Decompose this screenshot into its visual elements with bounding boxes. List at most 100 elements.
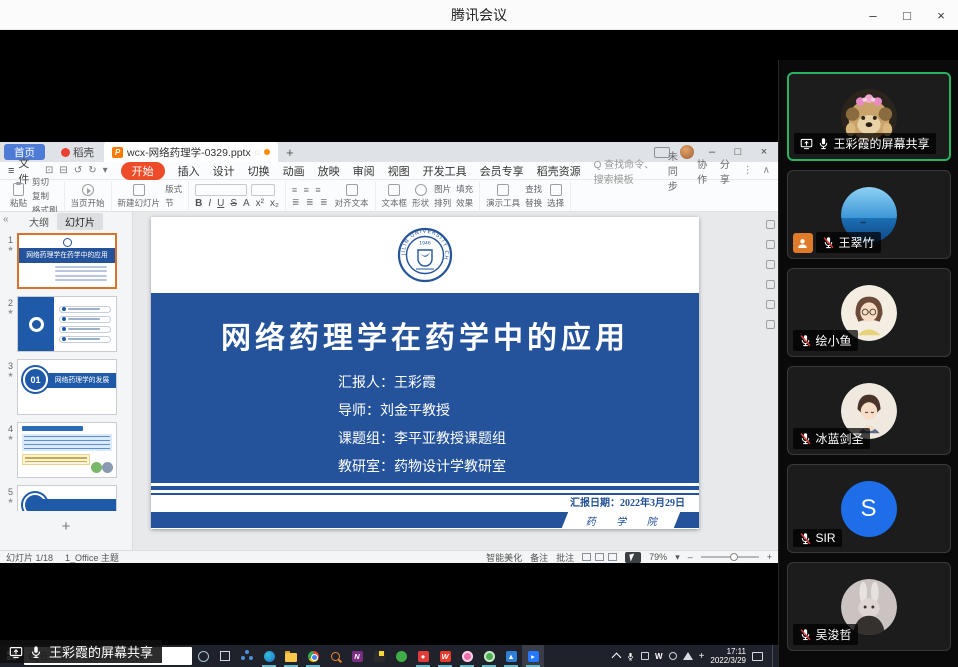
task-view-icon[interactable] [214, 645, 236, 667]
tray-app-icon[interactable] [641, 652, 649, 660]
pycharm-icon[interactable] [368, 645, 390, 667]
zoom-slider[interactable] [701, 556, 759, 558]
subscript-button[interactable]: x₂ [270, 198, 279, 209]
notes-button[interactable]: 备注 [530, 551, 548, 564]
tray-mic-icon[interactable] [626, 652, 635, 661]
participant-tile[interactable]: 冰蓝剑圣 [787, 366, 951, 455]
chrome-icon[interactable] [302, 645, 324, 667]
wps-docer-tab[interactable]: 稻壳 [51, 142, 104, 162]
save-icon[interactable]: ⊡ [45, 165, 53, 176]
minimize-button[interactable]: – [856, 0, 890, 30]
document-tab[interactable]: P wcx-网络药理学-0329.pptx ◌ [104, 142, 278, 162]
quick-access-toolbar[interactable]: ⊡ ⊟ ↺ ↻ ▾ [45, 165, 108, 176]
slide-thumbnail-1[interactable]: 网络药理学在药学中的应用 [17, 233, 117, 289]
collaborate-button[interactable]: 协作 [697, 156, 710, 186]
redo-icon[interactable]: ↻ [88, 165, 96, 176]
zoom-caret-icon[interactable]: ▾ [675, 552, 680, 563]
find-button[interactable]: 查找 [525, 183, 542, 195]
close-button[interactable]: × [924, 0, 958, 30]
align-buttons[interactable]: ≣ ≣ ≣ [292, 197, 330, 208]
picture-button[interactable]: 图片 [434, 183, 451, 195]
menu-transition[interactable]: 切换 [248, 163, 270, 179]
cloud-sync-status[interactable]: 未同步 [668, 148, 687, 193]
participant-tile[interactable]: 王翠竹 [787, 170, 951, 259]
cut-button[interactable]: 剪切 [32, 176, 58, 188]
paste-button[interactable]: 粘贴 [10, 183, 27, 209]
tab-slides[interactable]: 幻灯片 [57, 213, 103, 230]
presentation-tools-button[interactable]: 演示工具 [486, 184, 520, 209]
zoom-out-button[interactable]: – [688, 552, 693, 562]
file-explorer-icon[interactable] [280, 645, 302, 667]
font-size-select[interactable] [251, 184, 275, 196]
copy-button[interactable]: 复制 [32, 190, 58, 202]
menu-design[interactable]: 设计 [213, 163, 235, 179]
arrange-button[interactable]: 排列 [434, 197, 451, 209]
slide-thumbnail-3[interactable]: 01 网络药理学的发展 [17, 359, 117, 415]
play-from-page-button[interactable]: 当页开始 [71, 184, 105, 209]
print-icon[interactable]: ⊟ [59, 165, 67, 176]
menu-devtools[interactable]: 开发工具 [423, 163, 467, 179]
replace-button[interactable]: 替换 [525, 197, 542, 209]
more-menu-icon[interactable]: ⋮ [743, 165, 753, 176]
green-app-icon[interactable] [390, 645, 412, 667]
network-icon[interactable] [683, 652, 693, 660]
collapse-ribbon-icon[interactable]: ∧ [763, 165, 770, 176]
slide-thumbnail-5[interactable] [17, 485, 117, 511]
menu-review[interactable]: 审阅 [353, 163, 375, 179]
onenote-icon[interactable]: N [346, 645, 368, 667]
align-text-button[interactable]: 对齐文本 [335, 184, 369, 209]
tab-close-icon[interactable]: ◌ [255, 147, 260, 157]
tray-power-icon[interactable] [669, 652, 677, 660]
slide-thumbnail-4[interactable] [17, 422, 117, 478]
cortana-icon[interactable] [192, 645, 214, 667]
undo-icon[interactable]: ↺ [74, 165, 82, 176]
add-slide-button[interactable]: + [0, 518, 132, 535]
touch-keyboard-icon[interactable]: + [699, 651, 705, 662]
superscript-button[interactable]: x² [256, 198, 264, 209]
comments-button[interactable]: 批注 [556, 551, 574, 564]
collapse-panel-icon[interactable]: « [3, 214, 9, 225]
section-button[interactable]: 节 [165, 197, 182, 209]
show-desktop-button[interactable] [772, 645, 775, 667]
search-tool-icon[interactable] [324, 645, 346, 667]
menu-home[interactable]: 开始 [121, 162, 165, 180]
menu-slideshow[interactable]: 放映 [318, 163, 340, 179]
italic-button[interactable]: I [208, 198, 211, 209]
pointer-mode-button[interactable] [625, 552, 641, 563]
fill-button[interactable]: 填充 [456, 183, 473, 195]
strikethrough-button[interactable]: S [230, 198, 237, 209]
current-slide[interactable]: JILIN UNIVERSITY CHINA 1946 网络药理学在药学中的应用 [151, 217, 699, 529]
beautify-button[interactable]: 智能美化 [486, 551, 522, 564]
wps-app-icon[interactable]: W [434, 645, 456, 667]
select-button[interactable]: 选择 [547, 184, 564, 209]
view-switcher[interactable] [582, 553, 617, 561]
tab-outline[interactable]: 大纲 [29, 214, 49, 229]
tray-wps-icon[interactable]: W [655, 652, 663, 661]
menu-view[interactable]: 视图 [388, 163, 410, 179]
netdisk-icon[interactable]: ● [412, 645, 434, 667]
underline-button[interactable]: U [217, 198, 224, 209]
new-slide-button[interactable]: 新建幻灯片 [118, 184, 161, 209]
share-button[interactable]: 分享 [720, 156, 733, 186]
taskbar-clock[interactable]: 17:11 2022/3/29 [710, 647, 746, 665]
edge-icon[interactable] [258, 645, 280, 667]
participant-tile-sharing[interactable]: 王彩霞的屏幕共享 [787, 72, 951, 161]
zoom-level[interactable]: 79% [649, 552, 667, 562]
menu-member[interactable]: 会员专享 [480, 163, 524, 179]
bold-button[interactable]: B [195, 198, 202, 209]
textbox-button[interactable]: 文本框 [382, 184, 408, 209]
side-tool-strip[interactable] [763, 220, 777, 329]
green-circle-app-icon[interactable] [478, 645, 500, 667]
font-color-button[interactable]: A [243, 198, 250, 209]
participant-tile[interactable]: 吴浚哲 [787, 562, 951, 651]
command-search-input[interactable]: Q 查找命令、搜索模板 [594, 156, 658, 186]
layout-button[interactable]: 版式 [165, 183, 182, 195]
action-center-icon[interactable] [752, 652, 763, 661]
new-tab-button[interactable]: + [286, 145, 294, 160]
zoom-knob[interactable] [730, 553, 738, 561]
meeting-app-icon[interactable]: ▸ [522, 645, 544, 667]
tray-expand-icon[interactable] [612, 653, 622, 663]
participant-tile[interactable]: 绘小鱼 [787, 268, 951, 357]
molecule-app-icon[interactable] [236, 645, 258, 667]
menu-insert[interactable]: 插入 [178, 163, 200, 179]
